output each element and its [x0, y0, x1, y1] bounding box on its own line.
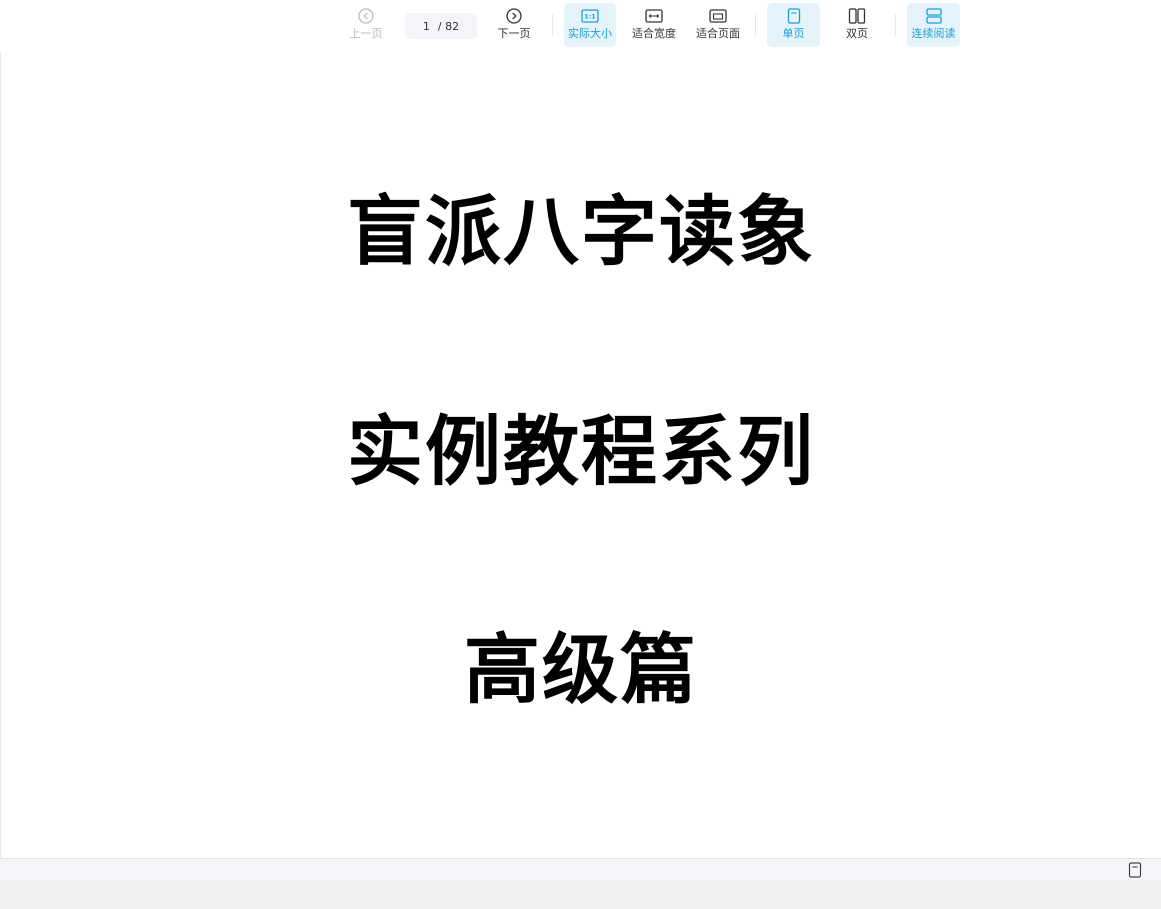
single-page-button[interactable]: 单页: [767, 3, 820, 47]
actual-size-button[interactable]: 1:1 实际大小: [564, 3, 616, 47]
chevron-right-circle-icon: [506, 8, 522, 24]
double-page-label: 双页: [846, 27, 868, 40]
toolbar-divider: [755, 14, 756, 36]
document-title-line-1: 盲派八字读象: [347, 187, 815, 276]
toolbar: 上一页 1 / 82 下一页 1:1 实际大小 适合宽度 适合页面 单页 双页 …: [0, 0, 1161, 52]
fit-width-label: 适合宽度: [632, 27, 676, 40]
document-title-line-2: 实例教程系列: [347, 407, 815, 496]
prev-page-button[interactable]: 上一页: [341, 3, 391, 47]
single-page-icon: [787, 8, 800, 24]
fit-width-button[interactable]: 适合宽度: [627, 3, 681, 47]
toolbar-divider: [552, 14, 553, 36]
bottom-area: [0, 880, 1161, 909]
actual-size-label: 实际大小: [568, 27, 612, 40]
page-total: / 82: [437, 19, 460, 33]
next-page-button[interactable]: 下一页: [489, 3, 539, 47]
status-bar: [0, 858, 1161, 880]
single-page-label: 单页: [782, 27, 805, 40]
next-page-label: 下一页: [497, 27, 531, 40]
actual-size-icon-text: 1:1: [584, 13, 596, 21]
page-current: 1: [422, 19, 430, 33]
fit-page-icon: [709, 9, 727, 23]
toolbar-divider: [895, 14, 896, 36]
page-number-input[interactable]: 1 / 82: [405, 13, 477, 39]
double-page-icon: [848, 8, 866, 24]
prev-page-label: 上一页: [349, 27, 383, 40]
document-title-line-3: 高级篇: [464, 625, 698, 714]
double-page-button[interactable]: 双页: [831, 3, 883, 47]
fit-width-icon: [645, 9, 663, 23]
continuous-read-icon: [925, 8, 942, 24]
continuous-read-label: 连续阅读: [911, 27, 956, 40]
fit-page-button[interactable]: 适合页面: [691, 3, 745, 47]
document-viewer[interactable]: 盲派八字读象 实例教程系列 高级篇: [0, 52, 1161, 858]
page-icon[interactable]: [1128, 862, 1142, 878]
chevron-left-circle-icon: [358, 8, 374, 24]
actual-size-icon: 1:1: [581, 9, 599, 23]
continuous-read-button[interactable]: 连续阅读: [907, 3, 960, 47]
fit-page-label: 适合页面: [696, 27, 740, 40]
